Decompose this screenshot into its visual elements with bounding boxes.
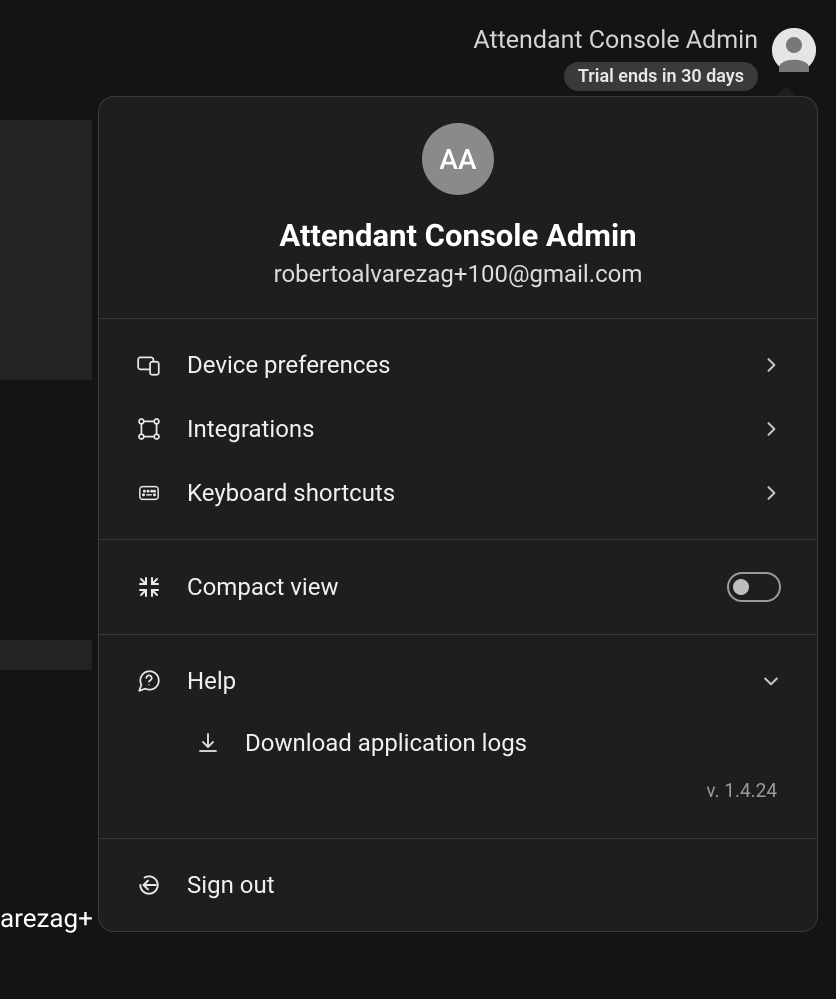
download-icon xyxy=(195,730,221,756)
person-icon xyxy=(772,28,816,72)
sign-out-icon xyxy=(135,871,163,899)
bg-partial-text: arezag+ xyxy=(0,904,93,934)
menu-item-sign-out[interactable]: Sign out xyxy=(99,853,817,917)
menu-item-integrations[interactable]: Integrations xyxy=(99,397,817,461)
menu-item-keyboard-shortcuts[interactable]: Keyboard shortcuts xyxy=(99,461,817,525)
menu-label: Compact view xyxy=(187,573,703,601)
avatar-button[interactable] xyxy=(772,28,816,72)
device-icon xyxy=(135,351,163,379)
user-popover: AA Attendant Console Admin robertoalvare… xyxy=(98,96,818,932)
avatar-initials: AA xyxy=(422,123,494,195)
chevron-right-icon xyxy=(761,483,781,503)
bg-strip xyxy=(0,640,92,670)
profile-name: Attendant Console Admin xyxy=(129,217,787,254)
chevron-right-icon xyxy=(761,355,781,375)
chevron-down-icon xyxy=(761,671,781,691)
menu-item-compact-view[interactable]: Compact view xyxy=(99,554,817,620)
menu-group-signout: Sign out xyxy=(99,839,817,931)
menu-group-help: Help Download application logs v. 1.4.24 xyxy=(99,635,817,838)
menu-label: Sign out xyxy=(187,871,781,899)
sub-item-download-logs[interactable]: Download application logs xyxy=(99,713,817,765)
profile-email: robertoalvarezag+100@gmail.com xyxy=(129,260,787,288)
header-text: Attendant Console Admin Trial ends in 30… xyxy=(473,26,758,91)
menu-label: Integrations xyxy=(187,415,737,443)
help-icon xyxy=(135,667,163,695)
page-title: Attendant Console Admin xyxy=(473,26,758,56)
sub-item-label: Download application logs xyxy=(245,729,527,757)
menu-group-view: Compact view xyxy=(99,540,817,634)
chevron-right-icon xyxy=(761,419,781,439)
menu-label: Device preferences xyxy=(187,351,737,379)
trial-badge: Trial ends in 30 days xyxy=(564,62,758,91)
compact-view-icon xyxy=(135,573,163,601)
version-label: v. 1.4.24 xyxy=(99,765,817,824)
menu-item-help[interactable]: Help xyxy=(99,649,817,713)
compact-view-toggle[interactable] xyxy=(727,572,781,602)
menu-item-device-preferences[interactable]: Device preferences xyxy=(99,333,817,397)
menu-group-settings: Device preferences Integrations xyxy=(99,319,817,539)
header: Attendant Console Admin Trial ends in 30… xyxy=(473,26,816,91)
menu-label: Help xyxy=(187,667,737,695)
keyboard-icon xyxy=(135,479,163,507)
profile-section: AA Attendant Console Admin robertoalvare… xyxy=(99,97,817,318)
bg-strip xyxy=(0,120,92,380)
menu-label: Keyboard shortcuts xyxy=(187,479,737,507)
integrations-icon xyxy=(135,415,163,443)
